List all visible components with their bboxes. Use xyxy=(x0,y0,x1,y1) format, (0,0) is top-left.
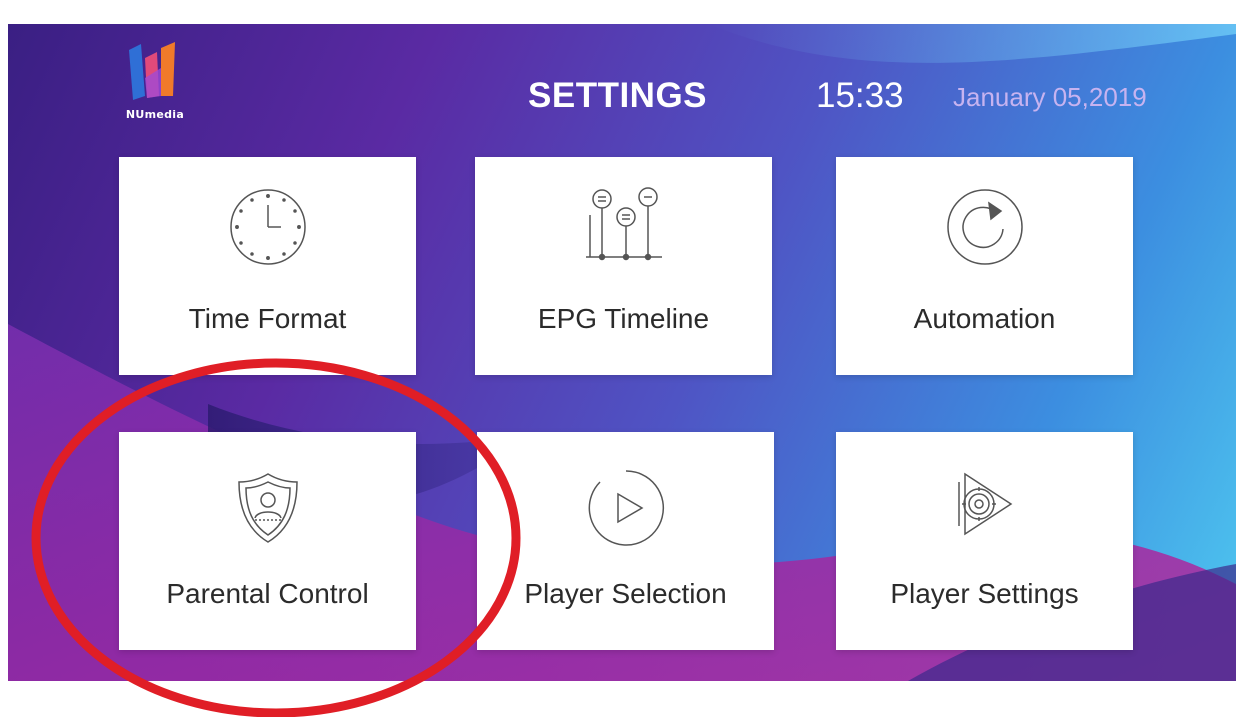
tile-label: Player Selection xyxy=(524,578,727,609)
tile-parental-control[interactable]: Parental Control xyxy=(119,432,416,650)
tile-automation[interactable]: Automation xyxy=(836,157,1133,375)
tile-label: Time Format xyxy=(188,303,347,334)
tile-label: Parental Control xyxy=(166,578,369,609)
logo-text: NUmedia xyxy=(125,108,185,121)
tile-label: Player Settings xyxy=(890,578,1079,609)
page-title: SETTINGS xyxy=(528,76,708,115)
play-circle-icon xyxy=(586,468,666,553)
clock-date: January 05,2019 xyxy=(953,82,1147,112)
player-gear-icon xyxy=(945,468,1025,553)
clock-time: 15:33 xyxy=(816,76,904,115)
tile-label: Automation xyxy=(913,303,1056,334)
tile-epg-timeline[interactable]: EPG Timeline xyxy=(475,157,772,375)
numedia-logo: NUmedia xyxy=(115,38,195,128)
page: NUmedia SETTINGS 15:33 January 05,2019 T… xyxy=(0,0,1236,717)
settings-screen: NUmedia SETTINGS 15:33 January 05,2019 T… xyxy=(8,24,1236,681)
refresh-icon xyxy=(945,187,1025,272)
tile-player-settings[interactable]: Player Settings xyxy=(836,432,1133,650)
shield-user-icon xyxy=(233,470,303,551)
tile-time-format[interactable]: Time Format xyxy=(119,157,416,375)
tile-label: EPG Timeline xyxy=(537,303,710,334)
clock-icon xyxy=(228,187,308,272)
tile-player-selection[interactable]: Player Selection xyxy=(477,432,774,650)
timeline-icon xyxy=(582,185,666,270)
